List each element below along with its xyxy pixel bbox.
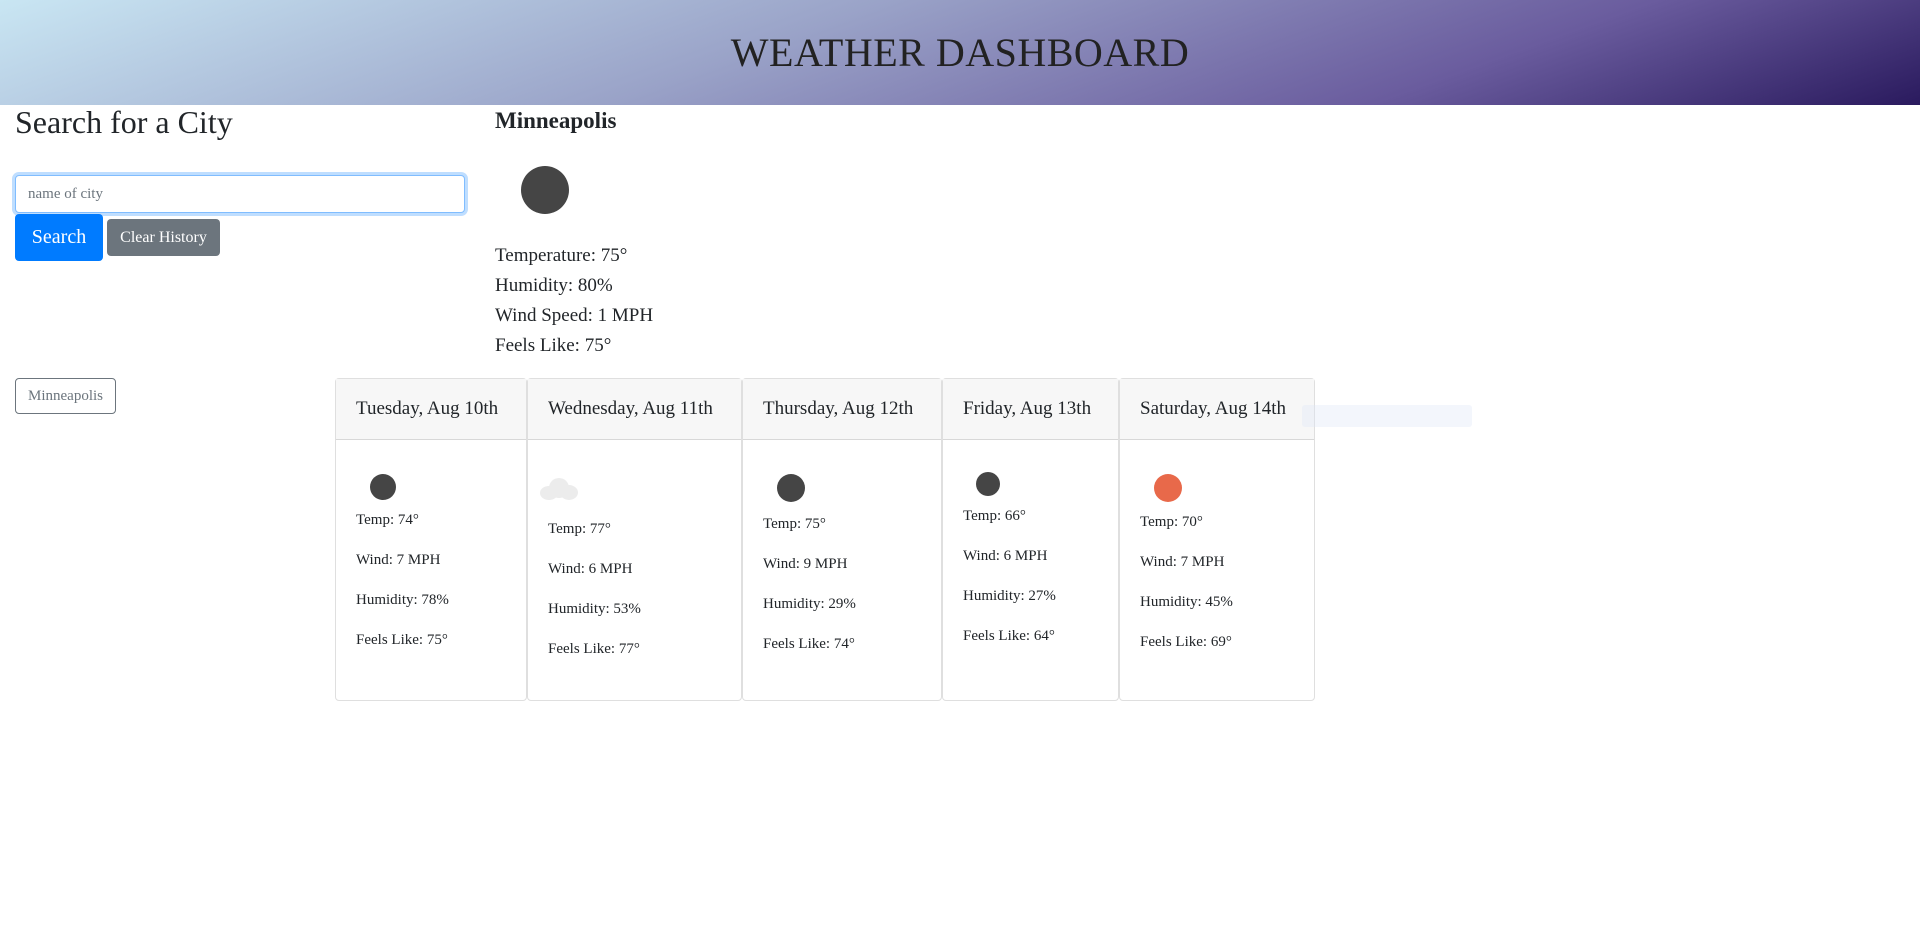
- forecast-wind: Wind: 6 MPH: [963, 548, 1048, 564]
- weather-dot-icon: [777, 474, 805, 502]
- header: WEATHER DASHBOARD: [0, 0, 1920, 105]
- forecast-wind: Wind: 9 MPH: [763, 556, 848, 572]
- forecast-day: Tuesday, Aug 10th: [336, 379, 526, 440]
- current-humidity: Humidity: 80%: [495, 275, 613, 296]
- forecast-card: Thursday, Aug 12th Temp: 75° Wind: 9 MPH…: [742, 378, 942, 701]
- forecast-feels-like: Feels Like: 74°: [763, 636, 855, 652]
- forecast-wind: Wind: 6 MPH: [548, 561, 633, 577]
- forecast-card: Saturday, Aug 14th Temp: 70° Wind: 7 MPH…: [1119, 378, 1315, 701]
- page-title: WEATHER DASHBOARD: [730, 30, 1190, 75]
- forecast-wind: Wind: 7 MPH: [356, 552, 441, 568]
- weather-dot-icon: [976, 472, 1000, 496]
- weather-icon: [521, 166, 569, 214]
- forecast-wind: Wind: 7 MPH: [1140, 554, 1225, 570]
- forecast-day: Friday, Aug 13th: [943, 379, 1118, 440]
- forecast-cards: Tuesday, Aug 10th Temp: 74° Wind: 7 MPH …: [335, 378, 1315, 701]
- forecast-humidity: Humidity: 27%: [963, 588, 1056, 604]
- forecast-temp: Temp: 77°: [548, 521, 611, 537]
- forecast-humidity: Humidity: 53%: [548, 601, 641, 617]
- forecast-card: Tuesday, Aug 10th Temp: 74° Wind: 7 MPH …: [335, 378, 527, 701]
- current-temperature: Temperature: 75°: [495, 245, 628, 266]
- forecast-temp: Temp: 66°: [963, 508, 1026, 524]
- cloud-icon: [540, 478, 578, 500]
- city-search-input[interactable]: [15, 175, 465, 213]
- sun-icon: [1154, 474, 1182, 502]
- forecast-day: Wednesday, Aug 11th: [528, 379, 741, 440]
- forecast-day: Saturday, Aug 14th: [1120, 379, 1314, 440]
- clear-history-button[interactable]: Clear History: [107, 219, 220, 256]
- forecast-temp: Temp: 75°: [763, 516, 826, 532]
- current-city: Minneapolis: [495, 108, 617, 133]
- faded-overlay: [1302, 405, 1472, 427]
- forecast-day: Thursday, Aug 12th: [743, 379, 941, 440]
- forecast-feels-like: Feels Like: 75°: [356, 632, 448, 648]
- forecast-feels-like: Feels Like: 77°: [548, 641, 640, 657]
- forecast-feels-like: Feels Like: 69°: [1140, 634, 1232, 650]
- search-button[interactable]: Search: [15, 214, 103, 261]
- forecast-temp: Temp: 74°: [356, 512, 419, 528]
- weather-dot-icon: [370, 474, 396, 500]
- current-feels-like: Feels Like: 75°: [495, 335, 612, 356]
- forecast-humidity: Humidity: 29%: [763, 596, 856, 612]
- history-item-minneapolis[interactable]: Minneapolis: [15, 378, 116, 414]
- forecast-temp: Temp: 70°: [1140, 514, 1203, 530]
- forecast-card: Friday, Aug 13th Temp: 66° Wind: 6 MPH H…: [942, 378, 1119, 701]
- forecast-card: Wednesday, Aug 11th Temp: 77° Wind: 6 MP…: [527, 378, 742, 701]
- forecast-humidity: Humidity: 45%: [1140, 594, 1233, 610]
- forecast-humidity: Humidity: 78%: [356, 592, 449, 608]
- search-title: Search for a City: [15, 104, 233, 140]
- current-wind: Wind Speed: 1 MPH: [495, 305, 654, 326]
- current-weather: Minneapolis Temperature: 75° Humidity: 8…: [495, 108, 653, 356]
- forecast-feels-like: Feels Like: 64°: [963, 628, 1055, 644]
